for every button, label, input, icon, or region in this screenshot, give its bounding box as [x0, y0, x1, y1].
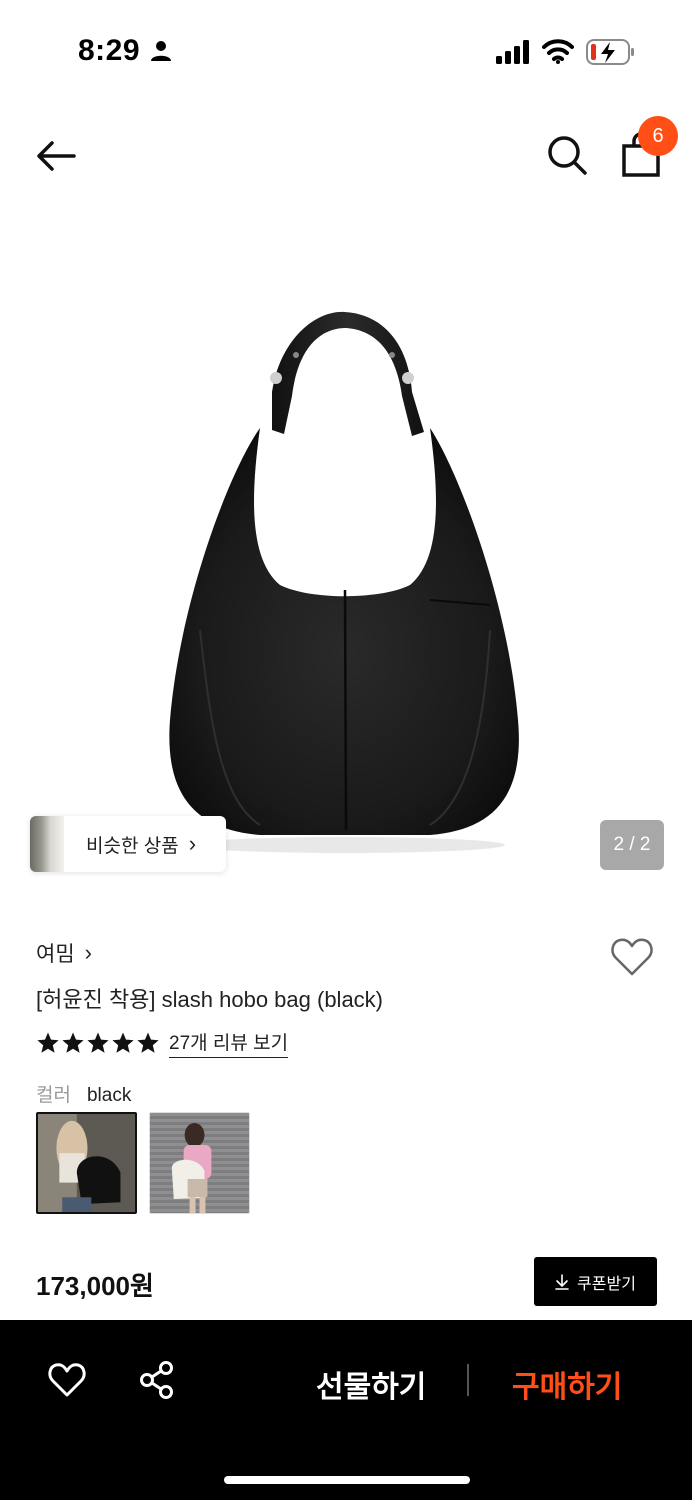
star-icon: [87, 1032, 109, 1053]
top-nav: 6: [0, 104, 692, 208]
heart-icon[interactable]: [610, 936, 654, 978]
star-icon: [137, 1032, 159, 1053]
brand-link[interactable]: 여밈 ›: [36, 938, 92, 968]
gift-button[interactable]: 선물하기: [316, 1362, 426, 1406]
download-icon: [555, 1273, 569, 1290]
battery-icon: [586, 39, 634, 65]
image-page-indicator: 2 / 2: [600, 820, 664, 870]
search-icon[interactable]: [546, 134, 588, 176]
coupon-download-button[interactable]: 쿠폰받기: [534, 1257, 657, 1306]
star-icon: [62, 1032, 84, 1053]
swatch-white[interactable]: [149, 1112, 250, 1214]
star-icon: [37, 1032, 59, 1053]
product-image-gallery[interactable]: 비슷한 상품 › 2 / 2: [0, 208, 692, 898]
product-bag-image: [169, 311, 519, 853]
bottom-divider: [467, 1364, 469, 1396]
chevron-right-icon: ›: [188, 831, 197, 856]
review-link[interactable]: 27개 리뷰 보기: [169, 1028, 289, 1058]
swatch-black[interactable]: [36, 1112, 137, 1214]
wifi-icon: [542, 39, 574, 64]
heart-icon[interactable]: [48, 1362, 86, 1398]
coupon-label: 쿠폰받기: [577, 1275, 636, 1293]
chevron-right-icon: ›: [84, 940, 92, 965]
product-price: 173,000원: [36, 1271, 154, 1301]
buy-button[interactable]: 구매하기: [512, 1362, 622, 1406]
star-icon: [112, 1032, 134, 1053]
share-icon[interactable]: [138, 1360, 176, 1400]
color-label: 컬러: [36, 1085, 71, 1106]
similar-products-thumbnail: [30, 816, 64, 872]
color-value: black: [86, 1085, 132, 1106]
person-icon: [151, 41, 171, 61]
cart-count-badge: 6: [638, 116, 678, 156]
bottom-action-bar: 선물하기 구매하기: [0, 1320, 692, 1500]
product-title: [허윤진 착용] slash hobo bag (black): [36, 987, 384, 1012]
color-row: 컬러 black: [36, 1080, 131, 1107]
home-indicator: [224, 1476, 470, 1484]
status-bar: 8:29: [0, 0, 692, 104]
color-swatches: [36, 1112, 262, 1214]
similar-products-label: 비슷한 상품: [86, 835, 179, 857]
status-time: 8:29: [78, 34, 141, 67]
similar-products-button[interactable]: 비슷한 상품 ›: [30, 816, 226, 872]
rating-row: 27개 리뷰 보기: [36, 1028, 289, 1058]
signal-icon: [496, 40, 529, 64]
brand-name: 여밈: [36, 943, 75, 966]
back-arrow-icon[interactable]: [34, 136, 78, 176]
rating-stars: [36, 1031, 161, 1055]
